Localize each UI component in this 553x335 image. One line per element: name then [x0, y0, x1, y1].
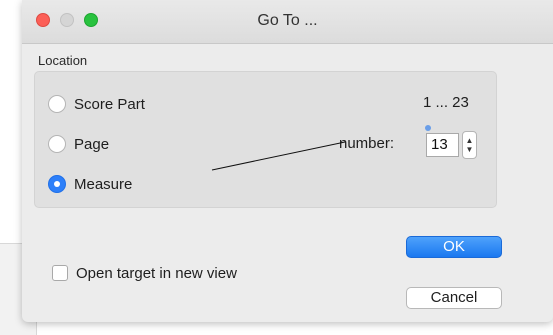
cancel-button[interactable]: Cancel	[406, 287, 502, 309]
number-field[interactable]: 13	[426, 133, 459, 157]
radio-label: Page	[74, 135, 110, 153]
radio-score-part[interactable]: Score Part	[48, 93, 145, 115]
window-title: Go To ...	[257, 12, 318, 29]
number-stepper[interactable]: ▲ ▼	[462, 131, 477, 159]
stepper-down-icon[interactable]: ▼	[466, 145, 474, 154]
radio-button-checked-icon[interactable]	[48, 175, 66, 193]
radio-label: Measure	[74, 175, 133, 193]
open-new-view-label: Open target in new view	[76, 264, 237, 282]
radio-button-icon[interactable]	[48, 135, 66, 153]
open-new-view-checkbox-row[interactable]: Open target in new view	[52, 263, 237, 283]
radio-button-icon[interactable]	[48, 95, 66, 113]
stepper-up-icon[interactable]: ▲	[466, 136, 474, 145]
drag-handle-dot	[425, 125, 431, 131]
radio-label: Score Part	[74, 95, 145, 113]
checkbox-icon[interactable]	[52, 265, 68, 281]
measure-range-text: 1 ... 23	[423, 94, 469, 111]
location-group-label: Location	[38, 53, 88, 68]
radio-page[interactable]: Page	[48, 133, 109, 155]
titlebar: Go To ...	[22, 0, 553, 44]
ok-button[interactable]: OK	[406, 236, 502, 258]
number-label: number:	[339, 135, 395, 152]
radio-measure[interactable]: Measure	[48, 173, 132, 195]
